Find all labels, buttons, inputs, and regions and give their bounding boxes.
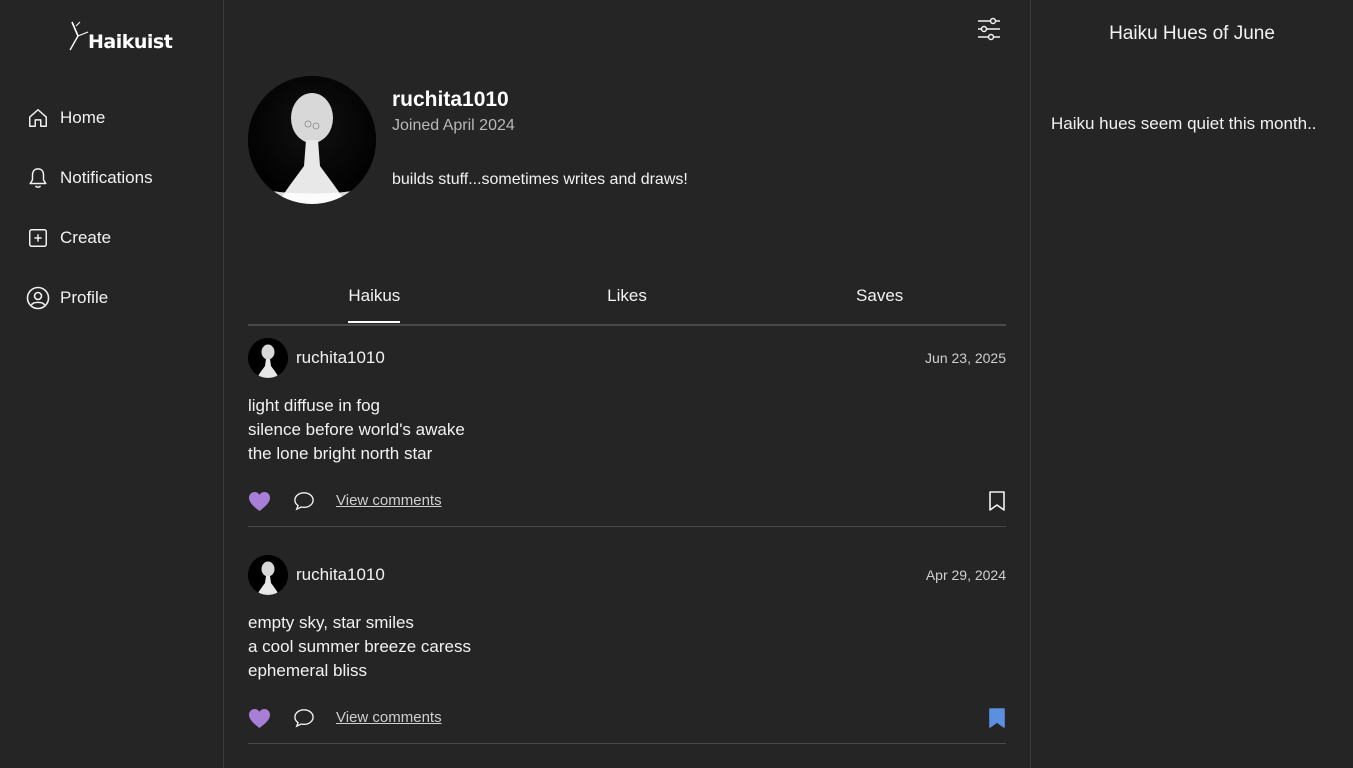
post-header: ruchita1010 Apr 29, 2024 [248, 555, 1006, 595]
comment-button[interactable] [293, 488, 315, 514]
like-button[interactable] [248, 488, 271, 514]
comment-button[interactable] [293, 705, 315, 731]
heart-filled-icon [249, 708, 270, 728]
home-icon [26, 106, 50, 130]
nav-label-notifications: Notifications [60, 168, 153, 187]
post-header: ruchita1010 Jun 23, 2025 [248, 338, 1006, 378]
haiku-line: ephemeral bliss [248, 661, 368, 680]
nav-item-create[interactable]: Create [26, 222, 153, 254]
comment-bubble-icon [294, 709, 314, 728]
save-bookmark-button[interactable] [988, 488, 1006, 514]
main-column: ruchita1010 Joined April 2024 builds stu… [224, 0, 1031, 768]
haiku-post: ruchita1010 Apr 29, 2024 empty sky, star… [248, 555, 1006, 744]
haiku-post: ruchita1010 Jun 23, 2025 light diffuse i… [248, 338, 1006, 527]
tab-label-likes: Likes [607, 286, 647, 305]
left-sidebar: Haikuist Home Notifications Create Profi… [0, 0, 224, 768]
heart-filled-icon [249, 491, 270, 511]
haiku-text: empty sky, star smiles a cool summer bre… [248, 611, 471, 683]
right-panel: Haiku Hues of June Haiku hues seem quiet… [1031, 0, 1353, 768]
post-actions: View comments [248, 488, 1006, 514]
profile-bio: builds stuff...sometimes writes and draw… [392, 171, 688, 188]
haikuist-logo[interactable]: Haikuist [66, 20, 173, 54]
post-username[interactable]: ruchita1010 [296, 348, 385, 368]
post-avatar[interactable] [248, 555, 288, 595]
view-comments-link[interactable]: View comments [336, 492, 442, 509]
tab-haikus[interactable]: Haikus [248, 276, 501, 324]
sidebar-nav: Home Notifications Create Profile [26, 102, 153, 342]
bookmark-filled-icon [989, 708, 1005, 728]
haiku-line: light diffuse in fog [248, 396, 380, 415]
profile-tabs: Haikus Likes Saves [248, 276, 1006, 326]
view-comments-link[interactable]: View comments [336, 709, 442, 726]
nav-label-profile: Profile [60, 288, 109, 307]
profile-avatar [248, 76, 376, 204]
logo-text: Haikuist [88, 31, 173, 53]
profile-joined-date: Joined April 2024 [392, 117, 515, 134]
post-date: Apr 29, 2024 [925, 567, 1006, 583]
plus-square-icon [26, 226, 50, 250]
nav-item-home[interactable]: Home [26, 102, 153, 134]
tab-saves[interactable]: Saves [753, 276, 1006, 324]
sliders-icon [978, 17, 1000, 41]
haiku-line: the lone bright north star [248, 444, 433, 463]
bookmark-outline-icon [989, 491, 1005, 511]
nav-label-home: Home [60, 108, 106, 127]
filter-settings-button[interactable] [976, 16, 1002, 42]
tab-likes[interactable]: Likes [501, 276, 754, 324]
profile-username: ruchita1010 [392, 88, 509, 111]
monthly-hues-title: Haiku Hues of June [1109, 23, 1275, 44]
comment-bubble-icon [294, 492, 314, 511]
nav-item-notifications[interactable]: Notifications [26, 162, 153, 194]
haiku-text: light diffuse in fog silence before worl… [248, 394, 465, 466]
haiku-line: empty sky, star smiles [248, 613, 414, 632]
bell-icon [26, 166, 50, 190]
post-date: Jun 23, 2025 [925, 350, 1006, 366]
nav-item-profile[interactable]: Profile [26, 282, 153, 314]
save-bookmark-button[interactable] [988, 705, 1006, 731]
post-username[interactable]: ruchita1010 [296, 565, 385, 585]
nav-label-create: Create [60, 228, 112, 247]
haiku-line: a cool summer breeze caress [248, 637, 471, 656]
monthly-hues-empty-message: Haiku hues seem quiet this month.. [1051, 114, 1317, 133]
post-avatar[interactable] [248, 338, 288, 378]
post-actions: View comments [248, 705, 1006, 731]
tab-label-haikus: Haikus [348, 286, 401, 323]
haiku-line: silence before world's awake [248, 420, 465, 439]
tab-label-saves: Saves [856, 286, 904, 305]
user-circle-icon [26, 286, 50, 310]
like-button[interactable] [248, 705, 271, 731]
